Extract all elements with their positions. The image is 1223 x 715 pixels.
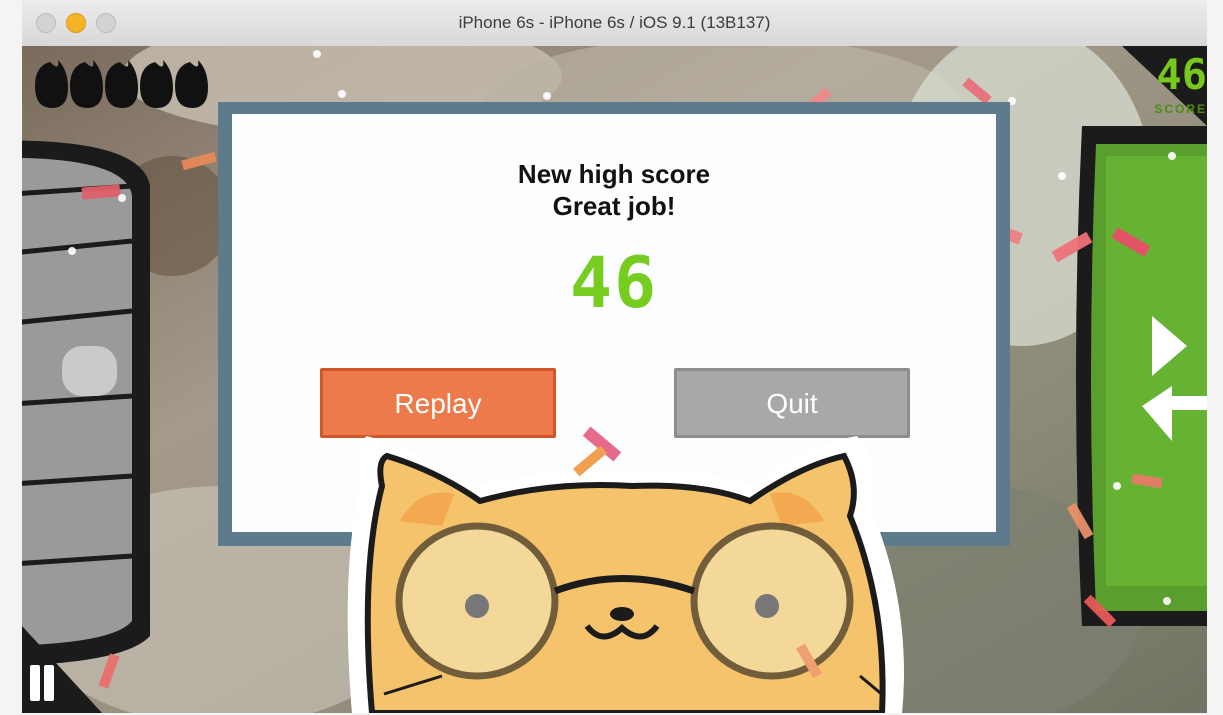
window-title: iPhone 6s - iPhone 6s / iOS 9.1 (13B137) [458, 13, 771, 32]
hud-score-label: SCORE [1154, 102, 1207, 116]
lives-indicator [35, 60, 208, 108]
dialog-headline: New high score Great job! [232, 158, 996, 222]
hud-score: 46 [1156, 50, 1207, 99]
simulator-titlebar: iPhone 6s - iPhone 6s / iOS 9.1 (13B137) [22, 0, 1207, 47]
game-over-dialog: New high score Great job! 46 Replay Quit [218, 102, 1010, 546]
quit-button[interactable]: Quit [674, 368, 910, 438]
headline-line1: New high score [517, 159, 711, 189]
dialog-panel: New high score Great job! 46 Replay Quit [232, 114, 996, 532]
game-screen: 46 SCORE New high score Great job! 46 Re… [22, 46, 1207, 713]
green-recycle-bin [1076, 126, 1207, 626]
headline-line2: Great job! [552, 191, 676, 221]
pause-button[interactable] [24, 665, 58, 705]
gray-bin [22, 140, 150, 666]
final-score: 46 [569, 242, 659, 324]
replay-button[interactable]: Replay [320, 368, 556, 438]
